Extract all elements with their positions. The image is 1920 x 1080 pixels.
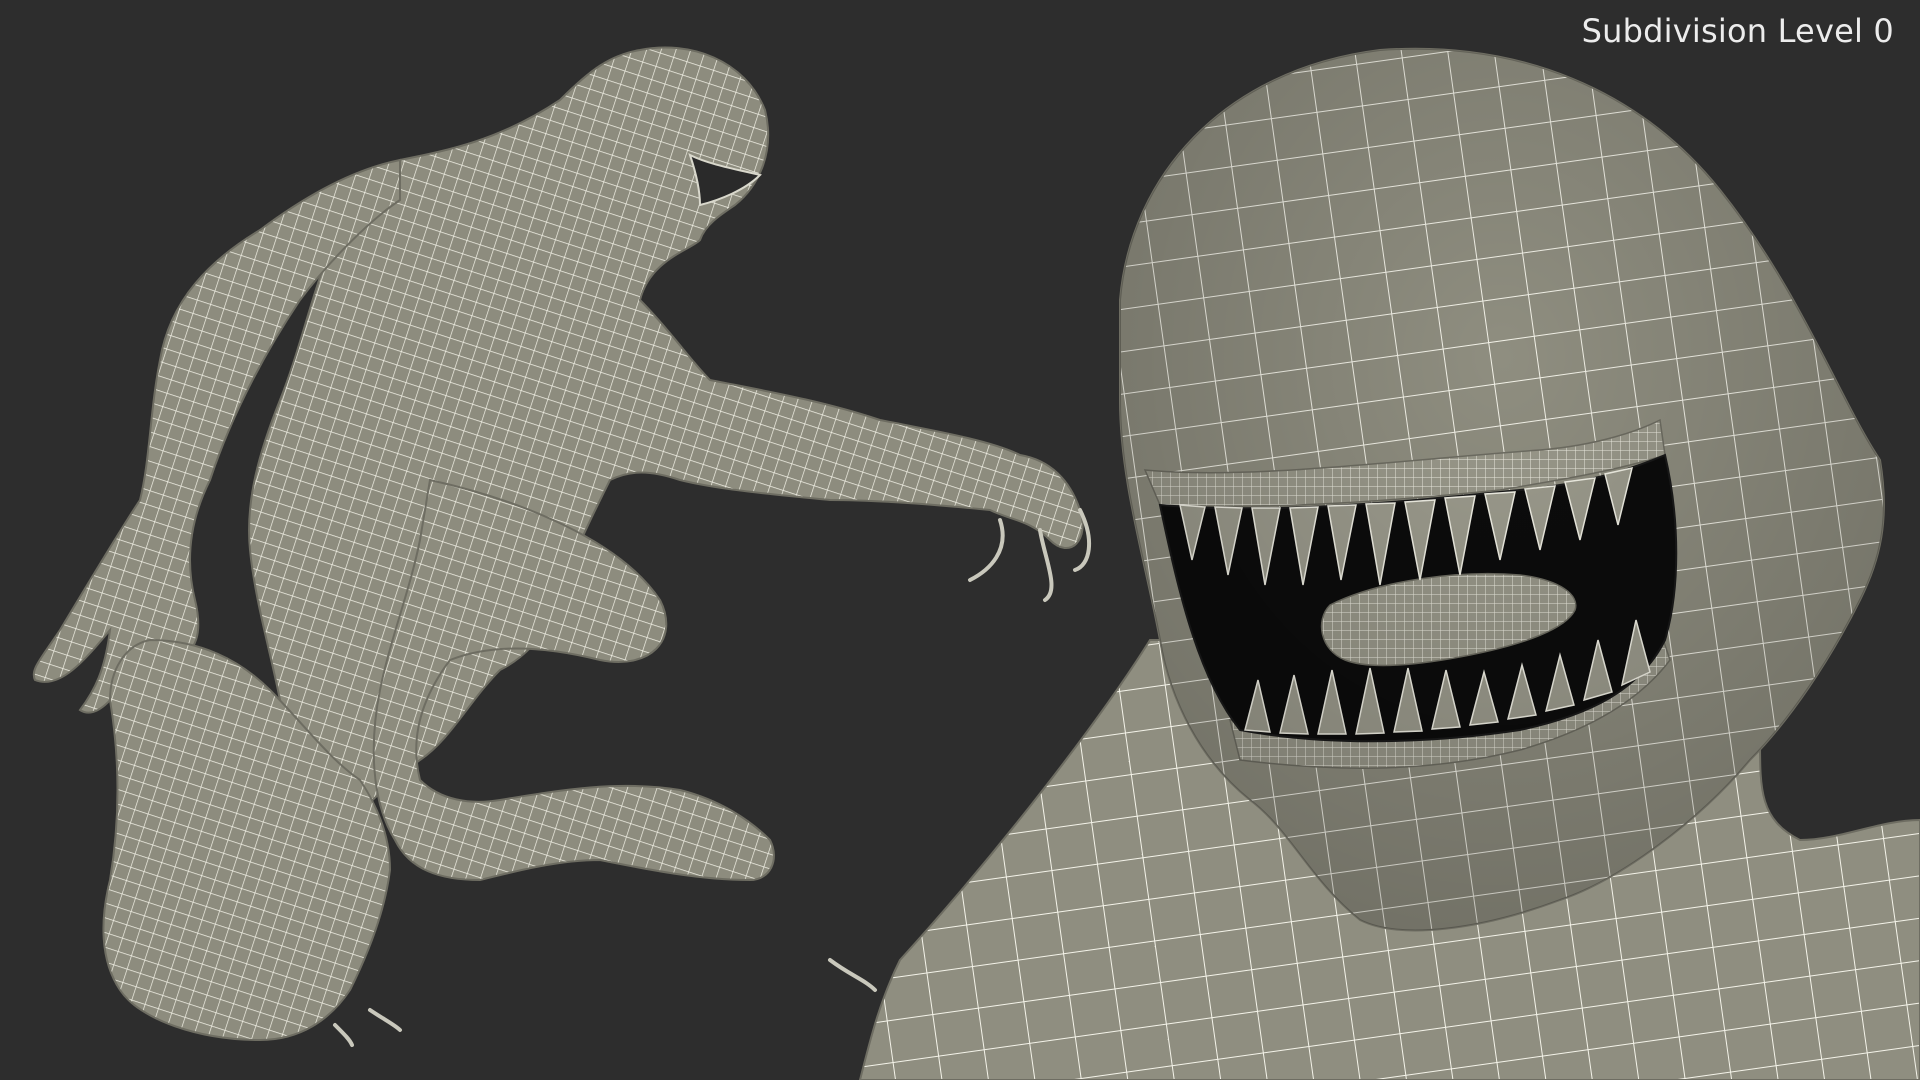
creature-head-closeup	[858, 47, 1920, 1080]
viewport: Subdivision Level 0	[0, 0, 1920, 1080]
subdivision-level-label: Subdivision Level 0	[1581, 12, 1894, 50]
wireframe-render	[32, 46, 1920, 1080]
creature-claws-foot	[333, 958, 877, 1047]
creature-front-leg	[372, 478, 775, 882]
